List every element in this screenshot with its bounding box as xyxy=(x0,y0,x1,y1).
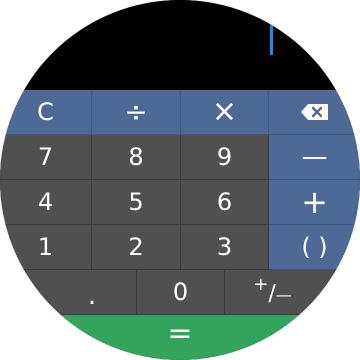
minus-label: — xyxy=(301,142,328,172)
equals-button[interactable]: = xyxy=(0,315,360,360)
parentheses-button[interactable]: ( ) xyxy=(269,225,360,270)
plus-minus-minus: — xyxy=(275,285,292,305)
backspace-icon xyxy=(300,103,330,121)
parentheses-label: ( ) xyxy=(301,233,328,261)
digit-8-label: 8 xyxy=(128,143,144,171)
backspace-button[interactable] xyxy=(269,90,360,135)
digit-0-label: 0 xyxy=(172,278,189,306)
plus-minus-plus: + xyxy=(253,274,269,296)
decimal-button[interactable]: . xyxy=(0,270,137,315)
plus-minus-label: +/— xyxy=(253,276,292,307)
digit-6-label: 6 xyxy=(216,188,233,216)
plus-label: + xyxy=(301,183,328,221)
decimal-label: . xyxy=(87,281,97,311)
expression-display[interactable] xyxy=(0,0,360,90)
clear-label: C xyxy=(37,98,54,126)
plus-minus-slash: / xyxy=(268,281,276,307)
digit-5-button[interactable]: 5 xyxy=(92,180,181,225)
divide-label: ÷ xyxy=(124,95,148,128)
digit-1-button[interactable]: 1 xyxy=(0,225,92,270)
divide-button[interactable]: ÷ xyxy=(92,90,181,135)
digit-7-label: 7 xyxy=(37,143,54,171)
digit-2-button[interactable]: 2 xyxy=(92,225,181,270)
digit-3-button[interactable]: 3 xyxy=(181,225,269,270)
calculator-watch-face: C ÷ × 7 8 9 — 4 5 6 + 1 2 3 () . 0 +/— … xyxy=(0,0,360,360)
plus-minus-button[interactable]: +/— xyxy=(225,270,360,315)
minus-button[interactable]: — xyxy=(269,135,360,180)
digit-3-label: 3 xyxy=(216,233,233,261)
equals-label: = xyxy=(167,315,193,351)
multiply-button[interactable]: × xyxy=(181,90,269,135)
digit-1-label: 1 xyxy=(37,233,54,261)
digit-0-button[interactable]: 0 xyxy=(137,270,225,315)
digit-9-button[interactable]: 9 xyxy=(181,135,269,180)
plus-button[interactable]: + xyxy=(269,180,360,225)
multiply-label: × xyxy=(211,94,238,129)
digit-9-label: 9 xyxy=(216,143,233,171)
digit-8-button[interactable]: 8 xyxy=(92,135,181,180)
digit-5-label: 5 xyxy=(128,188,144,216)
digit-4-button[interactable]: 4 xyxy=(0,180,92,225)
digit-2-label: 2 xyxy=(128,233,144,261)
text-cursor xyxy=(270,25,273,55)
digit-7-button[interactable]: 7 xyxy=(0,135,92,180)
digit-4-label: 4 xyxy=(37,188,54,216)
digit-6-button[interactable]: 6 xyxy=(181,180,269,225)
clear-button[interactable]: C xyxy=(0,90,92,135)
